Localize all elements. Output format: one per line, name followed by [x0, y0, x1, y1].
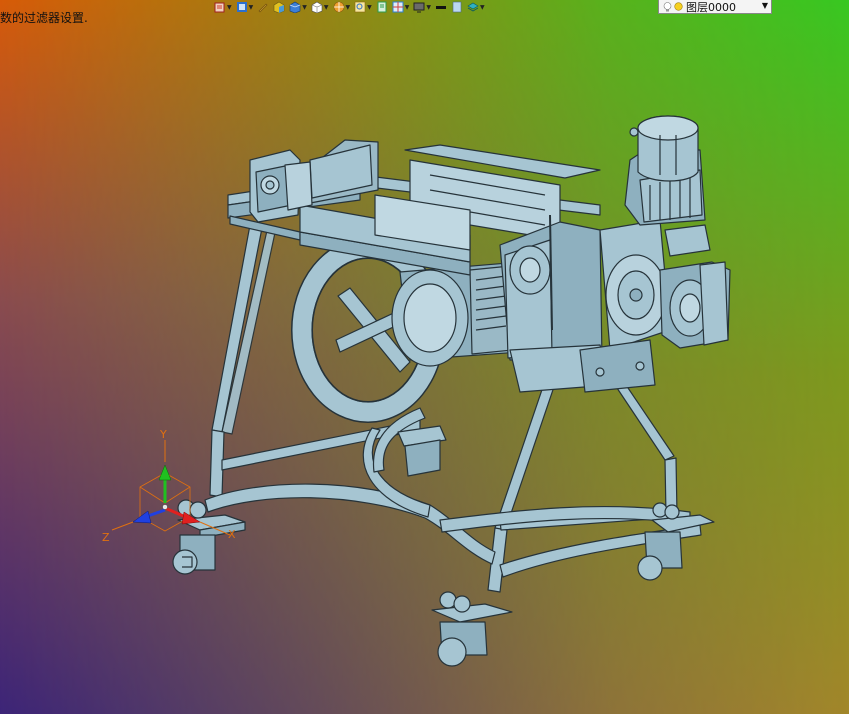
- tb-zoom[interactable]: ▼: [354, 0, 372, 14]
- tb-page[interactable]: [376, 0, 388, 14]
- magnify-icon: [354, 1, 366, 13]
- tb-cube[interactable]: ▼: [289, 0, 307, 14]
- sun-icon: [674, 2, 683, 11]
- tb-view[interactable]: ▼: [236, 0, 254, 14]
- chevron-down-icon: ▼: [345, 3, 351, 11]
- cube-icon: [289, 1, 301, 13]
- pencil-icon: [258, 3, 268, 13]
- layer-selector[interactable]: 图层0000 ▼: [658, 0, 772, 14]
- y-axis-arrow: [158, 440, 172, 503]
- tb-select[interactable]: ▼: [214, 0, 232, 14]
- bulb-icon: [663, 1, 672, 11]
- chevron-down-icon: ▼: [480, 3, 485, 11]
- chevron-down-icon: ▼: [367, 3, 372, 11]
- tb-white-cube[interactable]: ▼: [311, 0, 329, 14]
- y-axis-label: Y: [159, 428, 167, 441]
- chevron-down-icon: ▼: [404, 3, 410, 11]
- axis-triad[interactable]: Y X Z: [0, 0, 849, 714]
- x-axis-label: X: [228, 528, 236, 541]
- view-toolbar: ▼ ▼ ▼ ▼ ▼ ▼ ▼ ▼ ▼: [214, 0, 485, 14]
- tb-sketch[interactable]: [257, 0, 269, 14]
- chevron-down-icon: ▼: [227, 3, 232, 11]
- page-icon: [377, 1, 387, 13]
- chevron-down-icon: ▼: [761, 1, 768, 10]
- chevron-down-icon: ▼: [248, 3, 254, 11]
- tb-line[interactable]: [435, 0, 447, 14]
- tb-blank[interactable]: [451, 0, 463, 14]
- black-bar-icon: [436, 6, 446, 9]
- triad-origin: [162, 504, 168, 510]
- solid-shade-icon: [273, 1, 285, 13]
- monitor-icon: [413, 2, 425, 13]
- chevron-down-icon: ▼: [426, 3, 431, 11]
- status-message: 数的过滤器设置.: [0, 11, 88, 25]
- view-icon: [236, 2, 247, 12]
- tb-layers[interactable]: ▼: [467, 0, 485, 14]
- tb-color[interactable]: ▼: [333, 0, 351, 14]
- chevron-down-icon: ▼: [323, 3, 329, 11]
- layer-label: 图层0000: [686, 0, 736, 14]
- z-axis-label: Z: [102, 531, 110, 544]
- color-wheel-icon: [333, 1, 344, 13]
- white-cube-icon: [311, 1, 323, 13]
- layer-stack-icon: [467, 2, 479, 12]
- grid-icon: [392, 1, 404, 13]
- chevron-down-icon: ▼: [302, 3, 307, 11]
- tb-display[interactable]: ▼: [413, 0, 431, 14]
- graphics-viewport[interactable]: Y X Z: [0, 0, 849, 714]
- x-axis-arrow: [164, 506, 231, 536]
- tb-grid[interactable]: ▼: [392, 0, 410, 14]
- tb-shade[interactable]: [273, 0, 285, 14]
- blank-page-icon: [452, 1, 462, 13]
- select-icon: [214, 2, 225, 13]
